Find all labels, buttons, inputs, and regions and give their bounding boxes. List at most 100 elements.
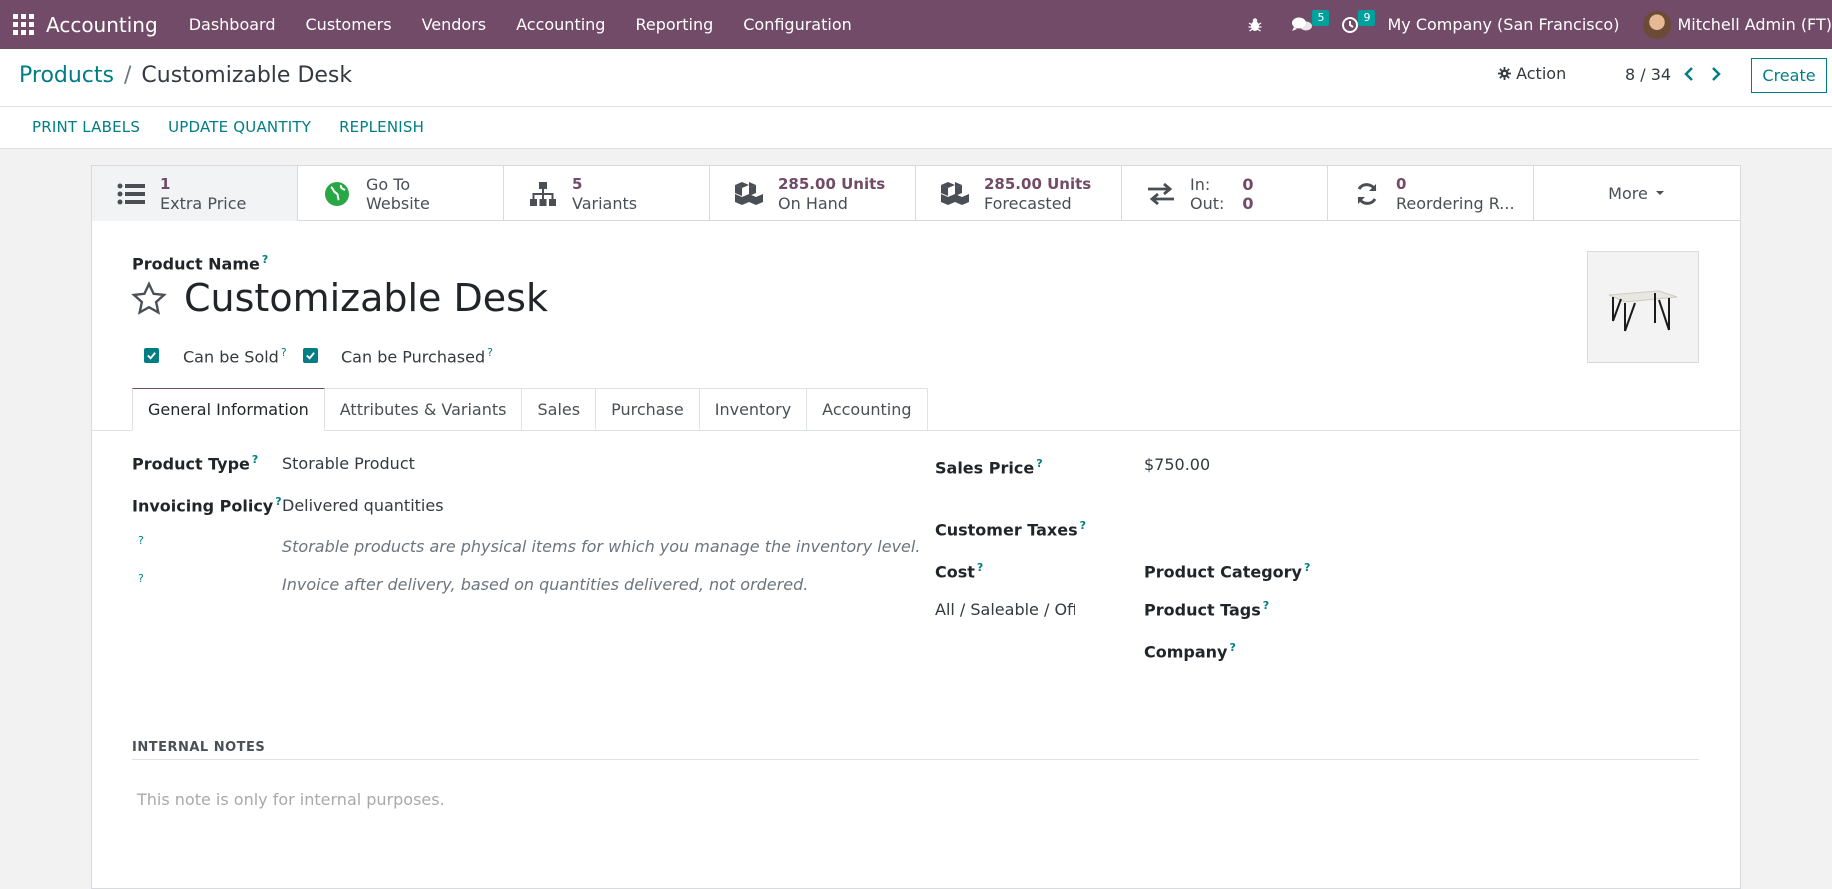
product-type-help-text: Storable products are physical items for… xyxy=(282,537,921,556)
on-hand-value: 285.00 Units xyxy=(778,174,886,193)
tab-general-information[interactable]: General Information xyxy=(132,388,325,431)
sales-price-label: Sales Price? xyxy=(935,457,1043,478)
gear-icon xyxy=(1498,67,1511,80)
help-tooltip-icon[interactable]: ? xyxy=(138,534,144,547)
action-label: Action xyxy=(1516,64,1567,83)
product-category-input[interactable]: All / Saleable / Offi xyxy=(935,600,1075,619)
tab-attributes-variants[interactable]: Attributes & Variants xyxy=(324,388,523,431)
menu-dashboard[interactable]: Dashboard xyxy=(174,15,291,34)
menu-customers[interactable]: Customers xyxy=(291,15,407,34)
help-tooltip-icon[interactable]: ? xyxy=(1036,457,1042,470)
out-value: 0 xyxy=(1242,193,1254,213)
app-name[interactable]: Accounting xyxy=(46,13,158,37)
forecasted-label: Forecasted xyxy=(984,193,1072,213)
reordering-value: 0 xyxy=(1396,174,1407,193)
in-value: 0 xyxy=(1242,174,1254,194)
internal-notes-divider xyxy=(132,759,1699,760)
help-tooltip-icon[interactable]: ? xyxy=(281,346,287,359)
product-category-label: Product Category? xyxy=(1144,561,1311,582)
menu-configuration[interactable]: Configuration xyxy=(728,15,867,34)
help-tooltip-icon[interactable]: ? xyxy=(1080,519,1086,532)
activities-badge: 9 xyxy=(1358,9,1376,26)
breadcrumb-products-link[interactable]: Products xyxy=(19,63,114,88)
menu-accounting[interactable]: Accounting xyxy=(501,15,620,34)
activities-clock-icon[interactable]: 9 xyxy=(1327,9,1376,34)
navbar-systray: 5 9 My Company (San Francisco) Mitchell … xyxy=(1233,0,1832,49)
variants-value: 5 xyxy=(572,174,583,193)
breadcrumb: Products / Customizable Desk xyxy=(19,63,352,88)
more-smart-buttons-dropdown[interactable]: More xyxy=(1534,166,1740,220)
extra-price-smart-button[interactable]: 1 Extra Price xyxy=(92,166,298,221)
help-tooltip-icon[interactable]: ? xyxy=(138,572,144,585)
cubes-icon xyxy=(732,180,766,208)
company-label: Company? xyxy=(1144,641,1236,662)
help-tooltip-icon[interactable]: ? xyxy=(977,561,983,574)
variants-label: Variants xyxy=(572,193,638,213)
chevron-left-icon xyxy=(1684,67,1693,81)
help-tooltip-icon[interactable]: ? xyxy=(252,453,258,466)
pager-next-button[interactable] xyxy=(1706,63,1726,85)
cost-label: Cost? xyxy=(935,561,984,582)
sales-price-input[interactable]: $750.00 xyxy=(1144,455,1210,474)
globe-icon xyxy=(320,181,354,207)
update-quantity-button[interactable]: UPDATE QUANTITY xyxy=(154,118,325,136)
customer-taxes-label: Customer Taxes? xyxy=(935,519,1087,540)
tab-accounting[interactable]: Accounting xyxy=(807,388,928,431)
refresh-icon xyxy=(1350,181,1384,207)
pager-previous-button[interactable] xyxy=(1679,63,1699,85)
messages-chat-icon[interactable]: 5 xyxy=(1277,9,1330,34)
internal-notes-editor[interactable]: This note is only for internal purposes. xyxy=(137,790,445,809)
chevron-right-icon xyxy=(1712,67,1721,81)
product-type-select[interactable]: Storable Product xyxy=(282,454,415,473)
forecasted-value: 285.00 Units xyxy=(984,174,1092,193)
product-name-input[interactable]: Customizable Desk xyxy=(184,276,548,320)
on-hand-smart-button[interactable]: 285.00 Units On Hand xyxy=(710,166,916,221)
user-menu[interactable]: Mitchell Admin (FT) xyxy=(1633,10,1832,39)
form-sheet: 1 Extra Price Go To Website 5 Variants 2… xyxy=(91,165,1741,889)
menu-reporting[interactable]: Reporting xyxy=(620,15,728,34)
go-to-website-smart-button[interactable]: Go To Website xyxy=(298,166,504,221)
replenish-button[interactable]: REPLENISH xyxy=(325,118,438,136)
product-tags-label: Product Tags? xyxy=(1144,599,1270,620)
tab-sales[interactable]: Sales xyxy=(522,388,597,431)
internal-notes-title: INTERNAL NOTES xyxy=(132,740,266,755)
help-tooltip-icon[interactable]: ? xyxy=(1304,561,1310,574)
tab-purchase[interactable]: Purchase xyxy=(596,388,700,431)
apps-menu-icon[interactable] xyxy=(12,14,34,36)
tab-inventory[interactable]: Inventory xyxy=(699,388,808,431)
website-line2: Website xyxy=(366,193,430,213)
extra-price-label: Extra Price xyxy=(160,193,247,213)
invoicing-policy-help-text: Invoice after delivery, based on quantit… xyxy=(282,575,809,594)
help-tooltip-icon[interactable]: ? xyxy=(262,253,268,266)
extra-price-value: 1 xyxy=(160,174,171,193)
help-tooltip-icon[interactable]: ? xyxy=(275,495,281,508)
on-hand-label: On Hand xyxy=(778,193,848,213)
can-be-sold-label[interactable]: Can be Sold? xyxy=(183,346,287,366)
can-be-purchased-checkbox[interactable] xyxy=(303,348,318,363)
invoicing-policy-select[interactable]: Delivered quantities xyxy=(282,496,444,515)
desk-image xyxy=(1608,290,1678,332)
forecasted-smart-button[interactable]: 285.00 Units Forecasted xyxy=(916,166,1122,221)
help-tooltip-icon[interactable]: ? xyxy=(1229,641,1235,654)
product-image[interactable] xyxy=(1587,251,1699,363)
can-be-purchased-label[interactable]: Can be Purchased? xyxy=(341,346,493,366)
control-panel-divider xyxy=(0,106,1832,107)
help-tooltip-icon[interactable]: ? xyxy=(1263,599,1269,612)
help-tooltip-icon[interactable]: ? xyxy=(487,346,493,359)
variants-smart-button[interactable]: 5 Variants xyxy=(504,166,710,221)
out-label: Out: xyxy=(1190,193,1225,213)
create-button[interactable]: Create xyxy=(1751,58,1827,93)
reordering-rules-smart-button[interactable]: 0 Reordering R... xyxy=(1328,166,1534,221)
invoicing-policy-label: Invoicing Policy? xyxy=(132,495,282,516)
avatar xyxy=(1643,10,1672,39)
more-label: More xyxy=(1608,183,1648,203)
pager-value[interactable]: 8 / 34 xyxy=(1625,65,1671,84)
action-button[interactable]: Action xyxy=(1498,64,1566,83)
in-out-smart-button[interactable]: In: 0 Out: 0 xyxy=(1122,166,1328,221)
company-switcher[interactable]: My Company (San Francisco) xyxy=(1373,15,1633,34)
print-labels-button[interactable]: PRINT LABELS xyxy=(18,118,154,136)
debug-bug-icon[interactable] xyxy=(1233,17,1277,33)
menu-vendors[interactable]: Vendors xyxy=(407,15,502,34)
can-be-sold-checkbox[interactable] xyxy=(144,348,159,363)
favorite-star-icon[interactable] xyxy=(130,280,168,322)
